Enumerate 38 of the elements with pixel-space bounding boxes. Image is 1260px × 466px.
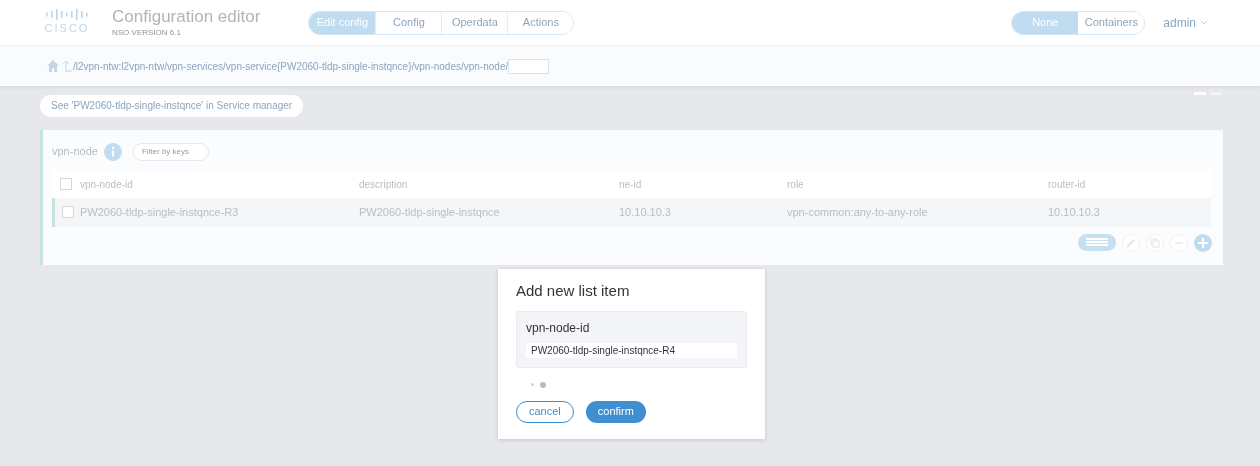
row-checkbox[interactable] — [61, 206, 74, 218]
cancel-button[interactable]: cancel — [516, 400, 574, 423]
logo-text: CISCO — [44, 21, 90, 37]
user-menu[interactable]: admin — [1163, 13, 1208, 32]
table-cell: PW2060-tldp-single-instqnce — [359, 205, 500, 218]
confirm-button[interactable]: confirm — [585, 400, 646, 423]
list-title: vpn-node — [52, 144, 98, 160]
filter-field[interactable]: Filter by keys — [132, 142, 209, 161]
service-manager-link[interactable]: See 'PW2060-tldp-single-instqnce' in Service manager — [40, 94, 304, 117]
app-title: Configuration editor — [112, 6, 261, 27]
tab[interactable]: Actions — [507, 11, 574, 34]
view-mode-toggle[interactable]: None — [1012, 11, 1079, 34]
field-label: vpn-node-id — [526, 319, 591, 337]
table-cell: vpn-common:any-to-any-role — [787, 205, 928, 218]
table-view-button[interactable] — [1078, 234, 1116, 251]
table-cell: 10.10.10.3 — [619, 205, 671, 218]
tab[interactable]: Edit config — [309, 11, 376, 34]
home-icon[interactable] — [47, 60, 59, 72]
select-all-checkbox[interactable] — [60, 178, 72, 190]
column-header: router-id — [1048, 178, 1086, 190]
table-cell: PW2060-tldp-single-instqnce-R3 — [80, 205, 239, 218]
column-header: vpn-node-id — [80, 178, 133, 190]
node-id-input-field[interactable]: PW2060-tldp-single-instqnce-R4 — [526, 342, 737, 358]
version-text: NSO VERSION 6.1 — [112, 26, 182, 39]
column-header: description — [359, 178, 408, 190]
pencil-icon[interactable] — [1122, 233, 1140, 252]
up-arrow-icon[interactable] — [63, 60, 72, 72]
column-header: ne-id — [619, 178, 642, 190]
breadcrumb-path: /l2vpn-ntw:l2vpn-ntw/vpn-services/vpn-service{PW2060-tldp-single-instqnce}/vpn-nodes/vpn-node/ — [73, 59, 509, 74]
dialog-title: Add new list item — [516, 281, 631, 301]
column-header: role — [787, 178, 804, 190]
list-icon — [1086, 238, 1108, 247]
info-icon[interactable] — [103, 142, 122, 161]
logo-bars-icon — [45, 8, 89, 21]
chevron-down-icon — [1200, 19, 1208, 26]
table-cell: 10.10.10.3 — [1048, 205, 1100, 218]
path-input-field[interactable] — [508, 58, 550, 74]
add-icon[interactable] — [1194, 233, 1212, 252]
